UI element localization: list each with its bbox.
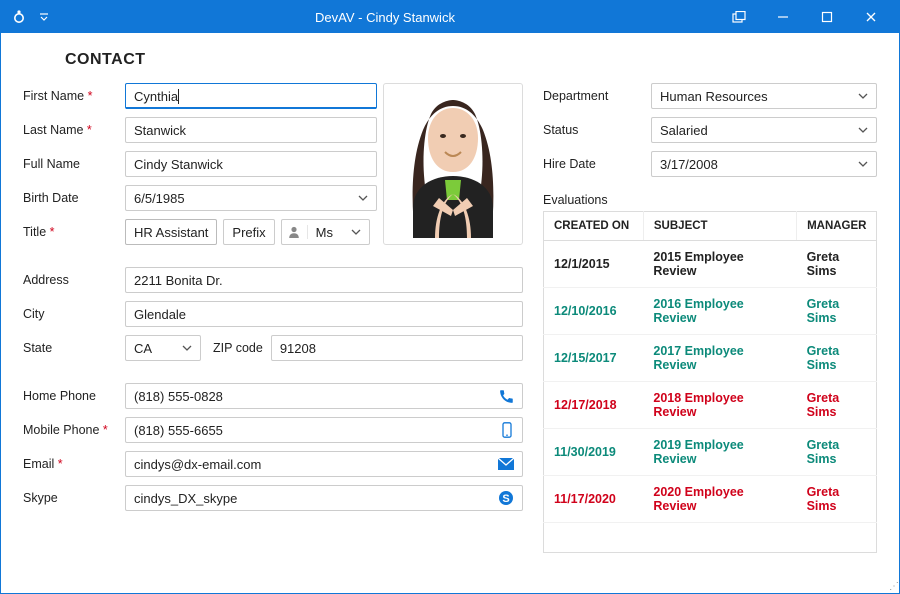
cell-subject: 2015 Employee Review [643, 241, 796, 288]
zip-input[interactable]: 91208 [271, 335, 523, 361]
label-evaluations: Evaluations [543, 193, 877, 207]
label-hire-date: Hire Date [543, 157, 651, 171]
department-select[interactable]: Human Resources [651, 83, 877, 109]
table-row[interactable]: 12/1/20152015 Employee ReviewGreta Sims [544, 241, 877, 288]
label-state: State [23, 341, 125, 355]
prefix-tab-label[interactable]: Prefix [223, 219, 274, 245]
col-created-on[interactable]: CREATED ON [544, 212, 644, 241]
chevron-down-icon [343, 229, 369, 235]
hire-date-input[interactable]: 3/17/2008 [651, 151, 877, 177]
cell-date: 11/30/2019 [544, 429, 644, 476]
cell-date: 11/17/2020 [544, 476, 644, 523]
chevron-down-icon [858, 127, 868, 133]
status-select[interactable]: Salaried [651, 117, 877, 143]
label-zip: ZIP code [213, 341, 263, 355]
chevron-down-icon [182, 345, 192, 351]
cell-subject: 2020 Employee Review [643, 476, 796, 523]
cell-manager: Greta Sims [797, 429, 877, 476]
chevron-down-icon [358, 195, 368, 201]
cell-date: 12/17/2018 [544, 382, 644, 429]
table-row[interactable]: 12/10/20162016 Employee ReviewGreta Sims [544, 288, 877, 335]
restore-tabs-button[interactable] [717, 1, 761, 33]
col-subject[interactable]: SUBJECT [643, 212, 796, 241]
cell-date: 12/1/2015 [544, 241, 644, 288]
chevron-down-icon [858, 93, 868, 99]
evaluations-table: CREATED ON SUBJECT MANAGER 12/1/20152015… [543, 211, 877, 553]
first-name-input[interactable]: Cynthia [125, 83, 377, 109]
label-email: Email [23, 457, 125, 471]
table-row[interactable]: 12/17/20182018 Employee ReviewGreta Sims [544, 382, 877, 429]
label-last-name: Last Name [23, 123, 125, 137]
label-status: Status [543, 123, 651, 137]
label-address: Address [23, 273, 125, 287]
phone-icon [499, 389, 514, 404]
app-logo-icon [7, 9, 31, 25]
home-phone-input[interactable]: (818) 555-0828 [125, 383, 523, 409]
svg-text:S: S [502, 493, 509, 505]
city-input[interactable]: Glendale [125, 301, 523, 327]
cell-manager: Greta Sims [797, 288, 877, 335]
label-mobile-phone: Mobile Phone [23, 423, 125, 437]
quick-access-dropdown-icon[interactable] [35, 12, 53, 22]
cell-subject: 2017 Employee Review [643, 335, 796, 382]
label-birth-date: Birth Date [23, 191, 125, 205]
label-department: Department [543, 89, 651, 103]
col-manager[interactable]: MANAGER [797, 212, 877, 241]
cell-subject: 2018 Employee Review [643, 382, 796, 429]
window-buttons [717, 1, 893, 33]
maximize-button[interactable] [805, 1, 849, 33]
label-city: City [23, 307, 125, 321]
birth-date-input[interactable]: 6/5/1985 [125, 185, 377, 211]
resize-grip-icon[interactable]: ⋰ [889, 581, 896, 592]
table-row[interactable]: 12/15/20172017 Employee ReviewGreta Sims [544, 335, 877, 382]
skype-icon: S [498, 490, 514, 506]
page-heading: CONTACT [65, 51, 877, 69]
label-full-name: Full Name [23, 157, 125, 171]
address-input[interactable]: 2211 Bonita Dr. [125, 267, 523, 293]
left-column: First Name Cynthia Last Name Stanwick Fu… [23, 83, 523, 553]
label-skype: Skype [23, 491, 125, 505]
label-home-phone: Home Phone [23, 389, 125, 403]
last-name-input[interactable]: Stanwick [125, 117, 377, 143]
person-icon [282, 225, 308, 239]
right-column: Department Human Resources Status Salari… [543, 83, 877, 553]
app-window: DevAV - Cindy Stanwick CONTACT [0, 0, 900, 594]
full-name-input[interactable]: Cindy Stanwick [125, 151, 377, 177]
mobile-phone-input[interactable]: (818) 555-6655 [125, 417, 523, 443]
table-row[interactable]: 11/17/20202020 Employee ReviewGreta Sims [544, 476, 877, 523]
contact-photo [383, 83, 523, 245]
label-title: Title [23, 225, 125, 239]
cell-subject: 2019 Employee Review [643, 429, 796, 476]
prefix-select[interactable]: Ms [281, 219, 370, 245]
cell-date: 12/15/2017 [544, 335, 644, 382]
cell-date: 12/10/2016 [544, 288, 644, 335]
state-select[interactable]: CA [125, 335, 201, 361]
titlebar: DevAV - Cindy Stanwick [1, 1, 899, 33]
chevron-down-icon [858, 161, 868, 167]
table-header-row: CREATED ON SUBJECT MANAGER [544, 212, 877, 241]
title-input[interactable]: HR Assistant [125, 219, 217, 245]
cell-subject: 2016 Employee Review [643, 288, 796, 335]
cell-manager: Greta Sims [797, 382, 877, 429]
minimize-button[interactable] [761, 1, 805, 33]
form-body: CONTACT First Name Cynthia Last Name Sta… [1, 33, 899, 579]
mail-icon [498, 458, 514, 470]
mobile-icon [500, 422, 514, 438]
cell-manager: Greta Sims [797, 476, 877, 523]
label-first-name: First Name [23, 89, 125, 103]
cell-manager: Greta Sims [797, 335, 877, 382]
email-input[interactable]: cindys@dx-email.com [125, 451, 523, 477]
window-title: DevAV - Cindy Stanwick [53, 10, 717, 25]
cell-manager: Greta Sims [797, 241, 877, 288]
skype-input[interactable]: cindys_DX_skype S [125, 485, 523, 511]
table-row[interactable]: 11/30/20192019 Employee ReviewGreta Sims [544, 429, 877, 476]
close-button[interactable] [849, 1, 893, 33]
